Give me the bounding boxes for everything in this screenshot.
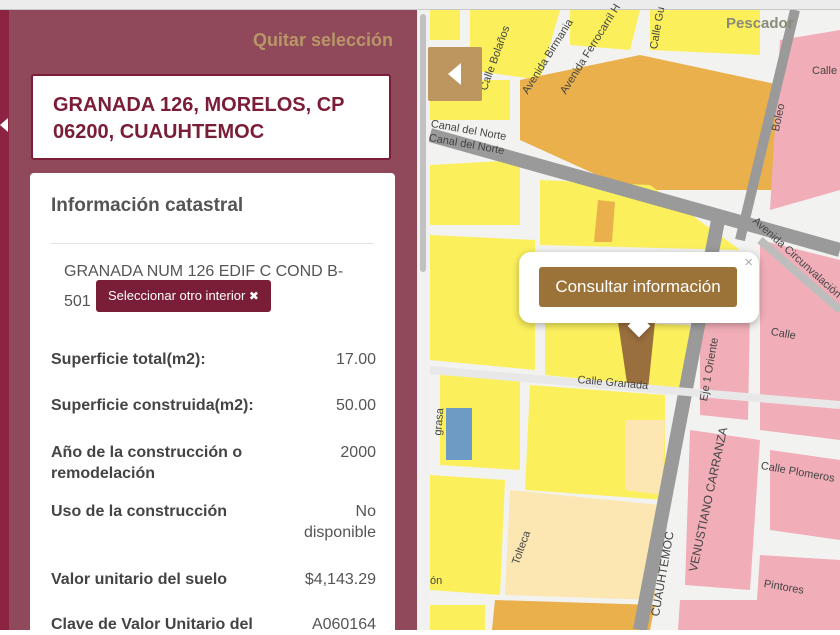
panel-scrollbar[interactable] (417, 10, 429, 630)
row-label: Clave de Valor Unitario del Suelo (VUS) (51, 616, 253, 630)
scrollbar-thumb[interactable] (420, 14, 426, 272)
map-label-calle: Calle (812, 65, 838, 77)
row-label: Valor unitario del suelo (51, 571, 228, 588)
city-block (430, 160, 520, 225)
top-bar (0, 0, 840, 10)
row-label: Superficie construida(m2): (51, 397, 254, 414)
address-title: GRANADA 126, MORELOS, CP 06200, CUAUHTEM… (53, 94, 345, 143)
map-label-on: ón (430, 575, 443, 587)
map-popup: × Consultar información (519, 252, 759, 338)
row-value: No disponible (303, 503, 376, 541)
chevron-left-icon (448, 63, 461, 85)
row-value: 50.00 (335, 397, 376, 414)
city-block (492, 600, 655, 630)
map-label-fragment: grasa (432, 407, 447, 437)
close-icon[interactable]: × (744, 254, 753, 271)
collapse-panel-button[interactable] (428, 47, 482, 101)
city-block (430, 10, 460, 40)
info-panel: Quitar selección GRANADA 126, MORELOS, C… (0, 10, 417, 630)
chevron-left-icon[interactable] (0, 118, 8, 132)
row-label: Año de la construcción o remodelación (51, 444, 243, 482)
select-other-interior-button[interactable]: Seleccionar otro interior ✖ (96, 280, 271, 312)
city-block (678, 600, 760, 630)
row-value: $4,143.29 (304, 571, 376, 588)
row-label: Superficie total(m2): (51, 351, 206, 368)
divider (51, 243, 374, 244)
city-block (446, 408, 472, 460)
city-block (430, 605, 485, 630)
panel-edge[interactable] (0, 10, 9, 630)
cadastral-info-card: Información catastral GRANADA NUM 126 ED… (30, 173, 395, 630)
address-card: GRANADA 126, MORELOS, CP 06200, CUAUHTEM… (31, 74, 391, 160)
close-icon: ✖ (248, 289, 259, 303)
info-title: Información catastral (51, 195, 244, 216)
map-label-pescador: Pescador (726, 15, 794, 32)
city-block (625, 420, 665, 495)
row-label: Uso de la construcción (51, 503, 228, 520)
row-value: 2000 (340, 444, 376, 461)
row-value: 17.00 (335, 351, 376, 368)
select-other-interior-label: Seleccionar otro interior (108, 288, 246, 303)
row-value: A060164 (311, 616, 376, 630)
quitar-seleccion-link[interactable]: Quitar selección (253, 30, 393, 51)
consultar-informacion-button[interactable]: Consultar información (539, 267, 737, 307)
